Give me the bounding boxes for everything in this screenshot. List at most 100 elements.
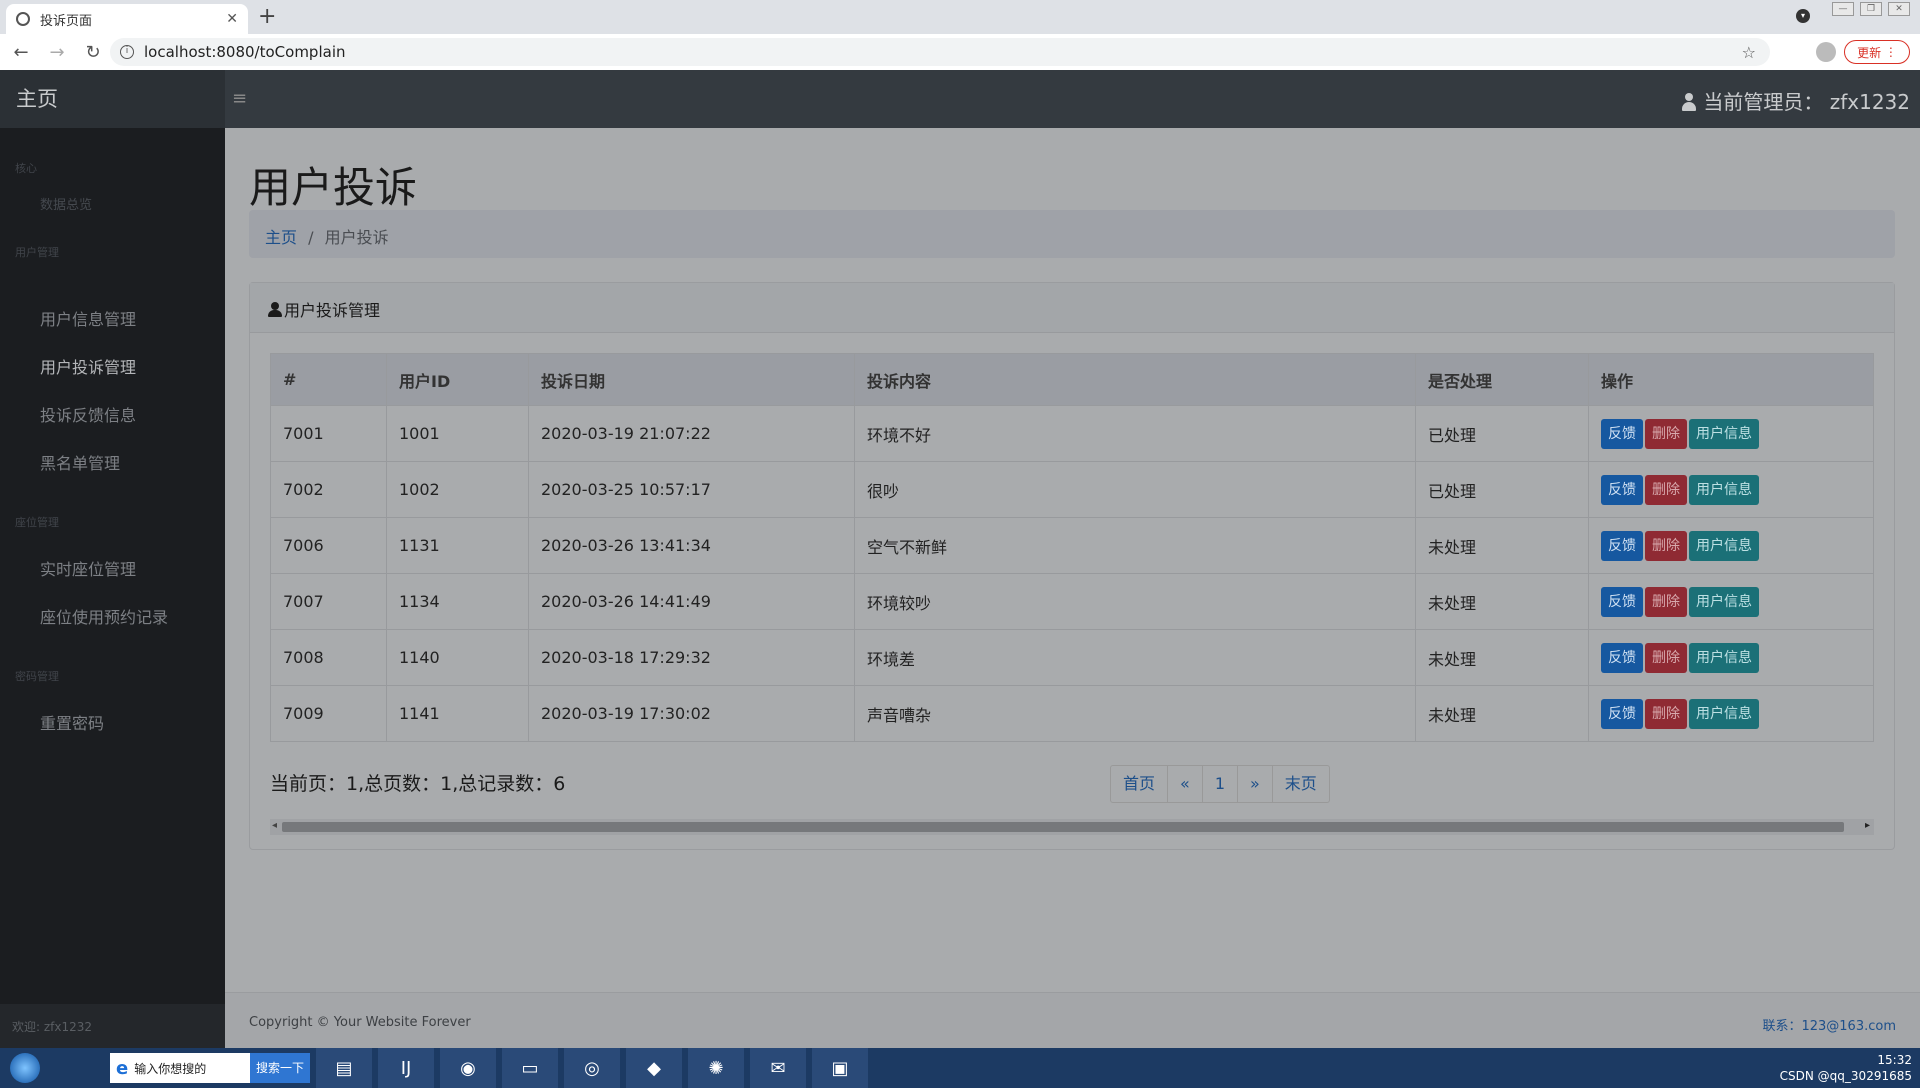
cell-content: 空气不新鲜 xyxy=(854,517,1416,574)
table-row: 7001 1001 2020-03-19 21:07:22 环境不好 已处理 反馈 删除 用户… xyxy=(270,405,1874,462)
card-title: 用户投诉管理 xyxy=(284,301,381,320)
delete-button[interactable]: 删除 xyxy=(1645,418,1687,449)
sidebar: 核心 数据总览 用户管理 用户信息管理 用户投诉管理 投诉反馈信息 黑名单管理 … xyxy=(0,128,225,1048)
restore-icon[interactable]: ❐ xyxy=(1860,2,1882,16)
horizontal-scrollbar[interactable]: ◂ ▸ xyxy=(270,819,1874,835)
breadcrumb-home-link[interactable]: 主页 xyxy=(265,228,297,247)
pager-first[interactable]: 首页 xyxy=(1111,766,1169,802)
folder-app-icon[interactable]: ▭ xyxy=(502,1048,558,1088)
cell-status: 未处理 xyxy=(1415,685,1589,742)
breadcrumb: 主页 / 用户投诉 xyxy=(249,210,1895,258)
delete-button[interactable]: 删除 xyxy=(1645,474,1687,505)
feedback-button[interactable]: 反馈 xyxy=(1601,474,1643,505)
col-header-user-id: 用户ID xyxy=(386,353,529,406)
complaints-table: # 用户ID 投诉日期 投诉内容 是否处理 操作 7001 1001 2020-03… xyxy=(270,353,1874,742)
close-tab-icon[interactable]: ✕ xyxy=(226,11,238,27)
user-info-button[interactable]: 用户信息 xyxy=(1689,474,1759,505)
scrollbar-thumb[interactable] xyxy=(282,822,1844,832)
wechat-app-icon[interactable]: ✉ xyxy=(750,1048,806,1088)
browser-toolbar: ← → ↻ i localhost:8080/toComplain ☆ 更新 ⋮ xyxy=(0,34,1920,70)
cell-actions: 反馈 删除 用户信息 xyxy=(1588,573,1874,630)
start-button[interactable] xyxy=(0,1048,50,1088)
update-button[interactable]: 更新 ⋮ xyxy=(1844,40,1910,64)
browser-tab[interactable]: 投诉页面 ✕ xyxy=(6,4,248,34)
cell-content: 声音嘈杂 xyxy=(854,685,1416,742)
cell-content: 环境较吵 xyxy=(854,573,1416,630)
delete-button[interactable]: 删除 xyxy=(1645,698,1687,729)
taskbar-search[interactable]: e 输入你想搜的 搜索一下 xyxy=(110,1053,310,1083)
pager-last[interactable]: 末页 xyxy=(1273,766,1329,802)
feedback-button[interactable]: 反馈 xyxy=(1601,698,1643,729)
sidebar-footer: 欢迎: zfx1232 xyxy=(0,1004,225,1048)
chrome-app-icon[interactable]: ◎ xyxy=(564,1048,620,1088)
cell-status: 未处理 xyxy=(1415,629,1589,686)
sidebar-heading-core: 核心 xyxy=(15,162,37,175)
cell-content: 环境不好 xyxy=(854,405,1416,462)
user-icon xyxy=(1681,93,1697,111)
sidebar-heading-users: 用户管理 xyxy=(15,246,59,259)
cell-status: 已处理 xyxy=(1415,461,1589,518)
delete-button[interactable]: 删除 xyxy=(1645,586,1687,617)
sidebar-item-seat-live[interactable]: 实时座位管理 xyxy=(40,556,136,580)
watermark-text: CSDN @qq_30291685 xyxy=(1779,1069,1912,1083)
terminal-app-icon[interactable]: ▣ xyxy=(812,1048,868,1088)
intellij-app-icon[interactable]: IJ xyxy=(378,1048,434,1088)
window-controls: — ❐ ✕ xyxy=(1832,2,1910,16)
delete-button[interactable]: 删除 xyxy=(1645,530,1687,561)
scroll-right-icon[interactable]: ▸ xyxy=(1865,820,1870,831)
pager-page[interactable]: 1 xyxy=(1203,766,1238,802)
sidebar-item-user-info[interactable]: 用户信息管理 xyxy=(40,306,136,330)
new-tab-button[interactable]: + xyxy=(258,4,276,29)
contact-link[interactable]: 联系：123@163.com xyxy=(1762,1015,1896,1034)
user-info-button[interactable]: 用户信息 xyxy=(1689,586,1759,617)
close-window-icon[interactable]: ✕ xyxy=(1888,2,1910,16)
scroll-left-icon[interactable]: ◂ xyxy=(272,820,277,831)
profile-avatar-icon[interactable] xyxy=(1816,42,1836,62)
tab-search-icon[interactable]: ▾ xyxy=(1796,9,1810,23)
sidebar-item-dashboard[interactable]: 数据总览 xyxy=(40,194,92,213)
address-bar[interactable]: i localhost:8080/toComplain ☆ xyxy=(110,38,1770,66)
reload-icon[interactable]: ↻ xyxy=(78,42,108,63)
user-info-button[interactable]: 用户信息 xyxy=(1689,642,1759,673)
explorer-app-icon[interactable]: ▤ xyxy=(316,1048,372,1088)
brand-link[interactable]: 主页 xyxy=(0,70,225,128)
settings-app-icon[interactable]: ✺ xyxy=(688,1048,744,1088)
firefox-app-icon[interactable]: ◉ xyxy=(440,1048,496,1088)
forward-icon[interactable]: → xyxy=(42,42,72,63)
cell-id: 7006 xyxy=(270,517,387,574)
sidebar-item-blacklist[interactable]: 黑名单管理 xyxy=(40,450,120,474)
cell-user-id: 1140 xyxy=(386,629,529,686)
user-info-button[interactable]: 用户信息 xyxy=(1689,530,1759,561)
pagination-info: 当前页：1,总页数：1,总记录数：6 xyxy=(270,773,566,795)
pager-next[interactable]: » xyxy=(1238,766,1273,802)
pagination: 首页 « 1 » 末页 xyxy=(1110,765,1330,803)
feedback-button[interactable]: 反馈 xyxy=(1601,530,1643,561)
table-row: 7007 1134 2020-03-26 14:41:49 环境较吵 未处理 反馈 删除 用户… xyxy=(270,573,1874,630)
sidebar-item-reset-password[interactable]: 重置密码 xyxy=(40,710,104,734)
user-info-button[interactable]: 用户信息 xyxy=(1689,418,1759,449)
col-header-id: # xyxy=(270,353,387,406)
taskbar-search-input[interactable]: 输入你想搜的 xyxy=(134,1060,206,1077)
top-navbar: 主页 ≡ 当前管理员： zfx1232 xyxy=(0,70,1920,128)
bookmark-star-icon[interactable]: ☆ xyxy=(1742,43,1756,62)
sidebar-item-complaints[interactable]: 用户投诉管理 xyxy=(40,354,136,378)
feedback-button[interactable]: 反馈 xyxy=(1601,418,1643,449)
site-info-icon[interactable]: i xyxy=(120,45,134,59)
back-icon[interactable]: ← xyxy=(6,42,36,63)
feedback-button[interactable]: 反馈 xyxy=(1601,642,1643,673)
cell-id: 7009 xyxy=(270,685,387,742)
inkscape-app-icon[interactable]: ◆ xyxy=(626,1048,682,1088)
feedback-button[interactable]: 反馈 xyxy=(1601,586,1643,617)
cell-content: 很吵 xyxy=(854,461,1416,518)
user-info-button[interactable]: 用户信息 xyxy=(1689,698,1759,729)
taskbar-search-button[interactable]: 搜索一下 xyxy=(249,1053,310,1083)
delete-button[interactable]: 删除 xyxy=(1645,642,1687,673)
minimize-icon[interactable]: — xyxy=(1832,2,1854,16)
sidebar-item-seat-records[interactable]: 座位使用预约记录 xyxy=(40,604,168,628)
sidebar-item-feedback[interactable]: 投诉反馈信息 xyxy=(40,402,136,426)
current-admin[interactable]: 当前管理员： zfx1232 xyxy=(1681,86,1910,115)
sidebar-toggle-icon[interactable]: ≡ xyxy=(232,88,247,109)
copyright-text: Copyright © Your Website Forever xyxy=(249,1015,471,1030)
pager-prev[interactable]: « xyxy=(1168,766,1203,802)
clock-time[interactable]: 15:32 xyxy=(1780,1052,1912,1068)
